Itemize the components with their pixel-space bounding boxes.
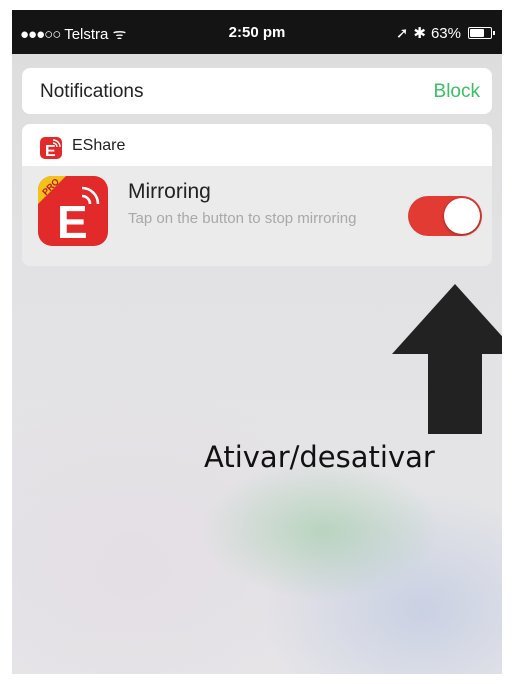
mirroring-description: Tap on the button to stop mirroring <box>128 210 357 227</box>
eshare-app-icon: E <box>40 137 62 160</box>
widget-app-name: EShare <box>72 137 126 154</box>
bluetooth-icon: ✱ <box>413 25 426 42</box>
status-bar: ●●●○○ Telstra ᯤ 2:50 pm ➚ ✱ 63% <box>12 10 502 54</box>
toggle-knob <box>444 198 480 234</box>
toggle-caption: Ativar/desativar <box>204 440 435 474</box>
notifications-header: Notifications Block <box>22 68 492 114</box>
notifications-title: Notifications <box>40 81 144 102</box>
up-arrow-icon <box>392 284 502 434</box>
phone-screen: ●●●○○ Telstra ᯤ 2:50 pm ➚ ✱ 63% Notifica… <box>12 10 502 674</box>
widget-header: E EShare <box>22 124 492 166</box>
battery-icon <box>468 27 495 39</box>
eshare-widget: E EShare PRO E Mirroring Tap on the butt… <box>22 124 492 266</box>
status-right: ➚ ✱ 63% <box>395 24 495 42</box>
battery-percent: 63% <box>430 24 461 42</box>
mirroring-title: Mirroring <box>128 180 211 203</box>
mirroring-row: PRO E Mirroring Tap on the button to sto… <box>22 166 492 266</box>
eshare-pro-app-icon: PRO E <box>38 176 108 246</box>
svg-text:E: E <box>57 196 88 246</box>
block-button[interactable]: Block <box>434 81 480 103</box>
mirroring-toggle[interactable] <box>408 196 482 236</box>
svg-text:E: E <box>45 143 56 159</box>
location-icon: ➚ <box>395 25 409 42</box>
